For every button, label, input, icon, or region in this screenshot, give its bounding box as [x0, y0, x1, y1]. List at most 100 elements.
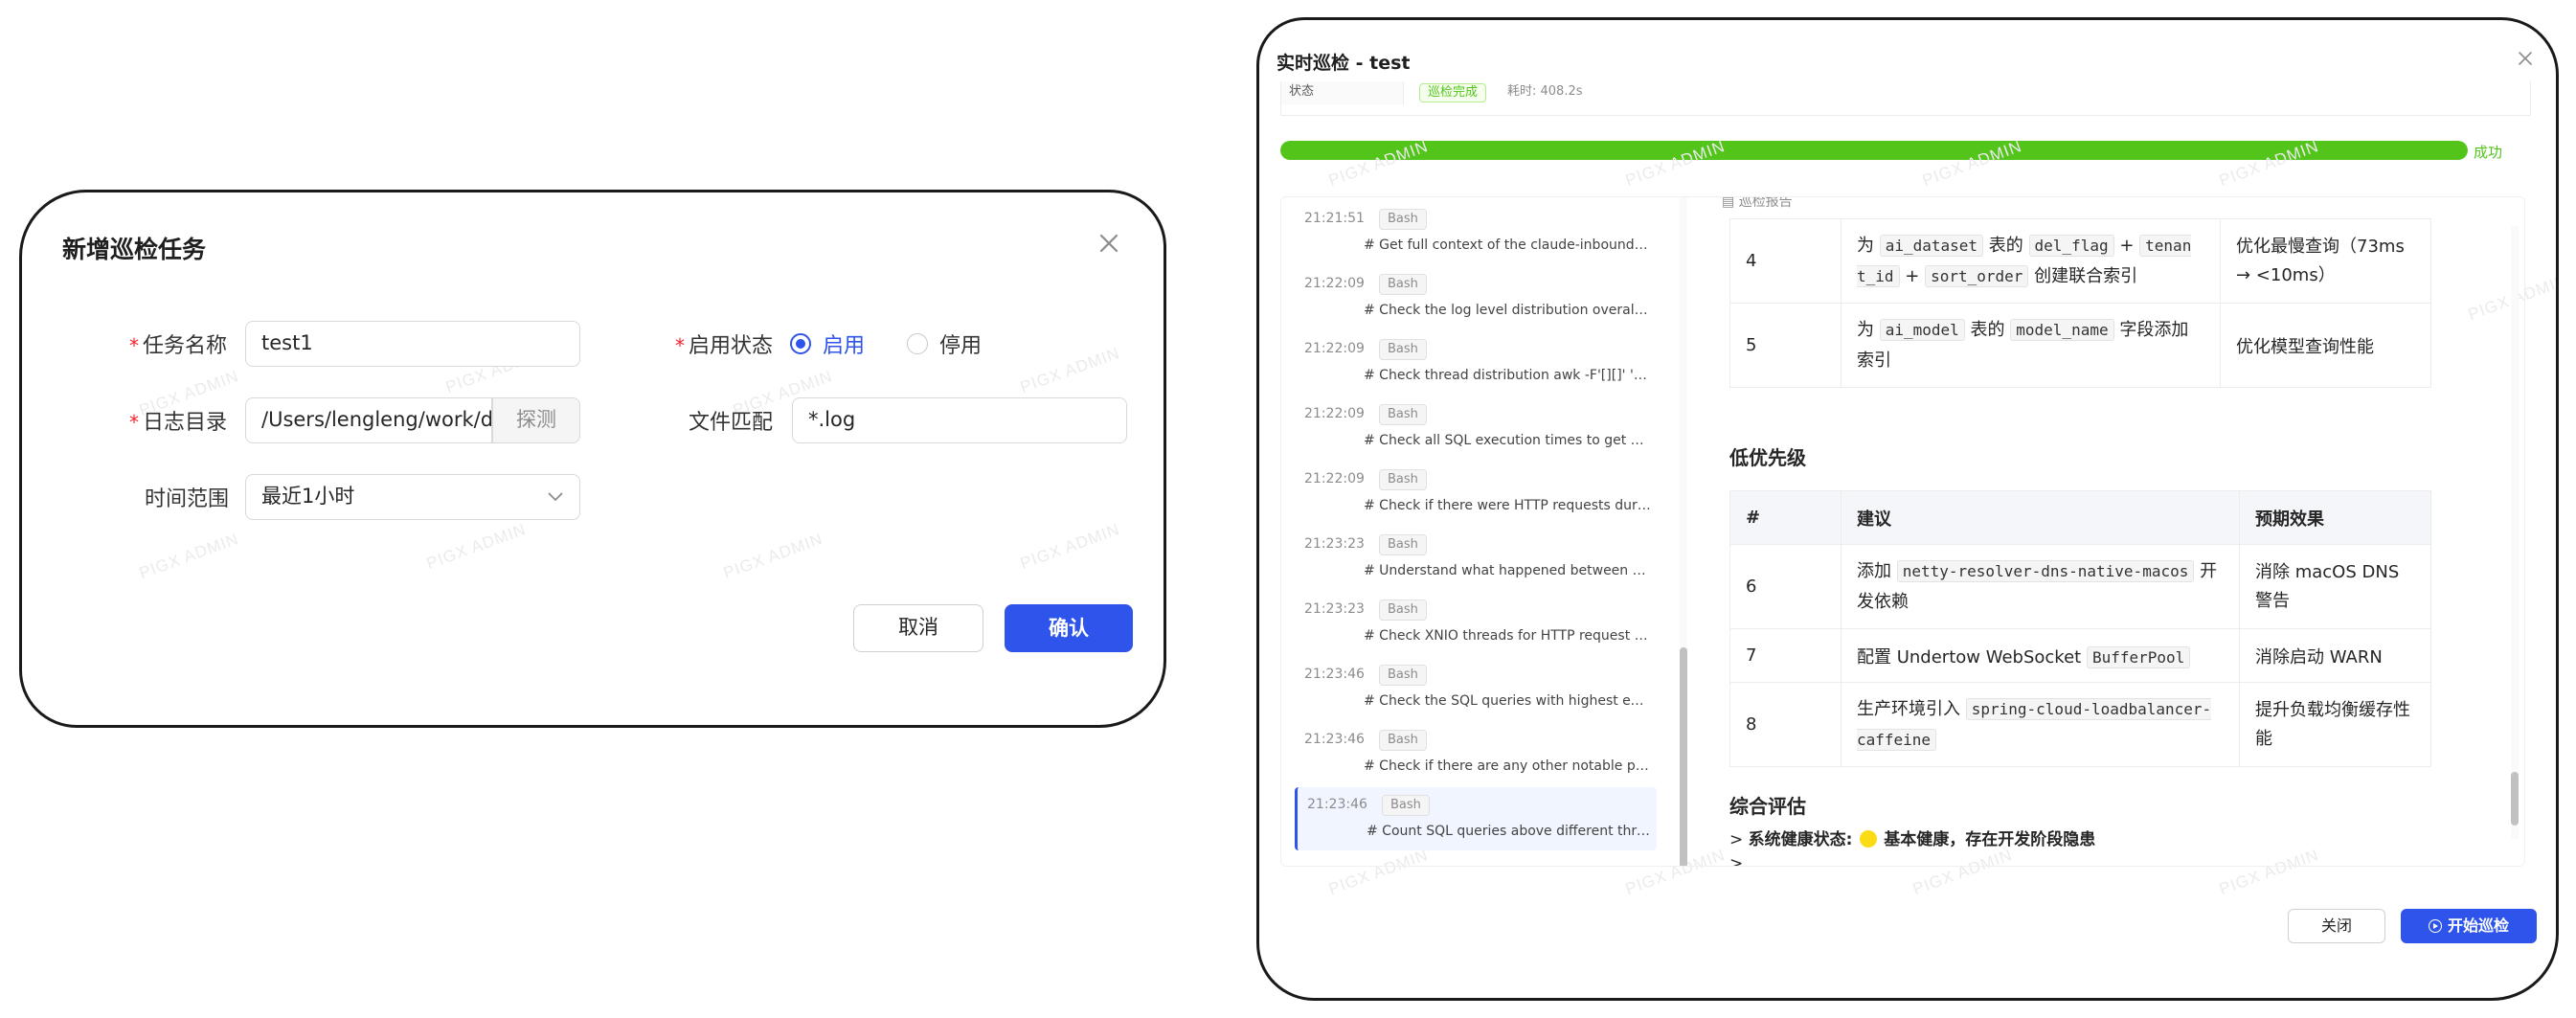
- log-list-item[interactable]: 21:22:09 Bash # Check if there were HTTP r…: [1295, 462, 1657, 525]
- close-icon[interactable]: [1095, 229, 1123, 258]
- log-description: # Count SQL queries above different thre…: [1367, 824, 1654, 839]
- log-list-item[interactable]: 21:23:23 Bash # Understand what happened b…: [1295, 527, 1657, 590]
- watermark: PIGX ADMIN: [1017, 519, 1122, 574]
- watermark: PIGX ADMIN: [423, 519, 529, 574]
- table-cell: 5: [1729, 303, 1842, 388]
- tool-badge: Bash: [1379, 534, 1427, 555]
- watermark: PIGX ADMIN: [720, 529, 825, 583]
- table-cell: 8: [1729, 682, 1842, 767]
- close-icon[interactable]: [2516, 49, 2535, 68]
- log-description: # Check the SQL queries with highest exe…: [1364, 693, 1651, 709]
- status-key: 状态: [1281, 81, 1404, 104]
- log-time: 21:23:46: [1304, 732, 1365, 747]
- log-list-item[interactable]: 21:23:23 Bash # Check XNIO threads for HTT…: [1295, 592, 1657, 655]
- probe-button[interactable]: 探测: [492, 397, 580, 443]
- table-cell: 消除启动 WARN: [2239, 628, 2431, 683]
- status-badge: 巡检完成: [1419, 83, 1487, 102]
- scrollbar[interactable]: [2511, 226, 2519, 839]
- log-list-item[interactable]: 21:22:09 Bash # Check the log level distri…: [1295, 266, 1657, 329]
- close-button[interactable]: 关闭: [2288, 909, 2385, 943]
- table-cell: 消除 macOS DNS 警告: [2239, 544, 2431, 629]
- inspection-report: ▤ 巡检报告 4 为 ai_dataset 表的 del_flag + tena…: [1693, 197, 2522, 866]
- log-list[interactable]: 21:21:51 Bash # Get full context of the cl…: [1281, 197, 1668, 866]
- realtime-inspection-dialog: 实时巡检 - test 状态 巡检完成 耗时: 408.2s 成功 PIGX A…: [1256, 17, 2559, 1001]
- watermark: PIGX ADMIN: [136, 529, 241, 583]
- radio-checked-icon: [790, 333, 811, 354]
- log-list-item[interactable]: 21:22:09 Bash # Check all SQL execution ti…: [1295, 396, 1657, 460]
- log-list-item[interactable]: 21:21:51 Bash # Get full context of the cl…: [1295, 201, 1657, 264]
- log-time: 21:23:46: [1307, 797, 1367, 812]
- time-range-select[interactable]: 最近1小时: [245, 474, 580, 520]
- tool-badge: Bash: [1379, 404, 1427, 425]
- scroll-thumb[interactable]: [1680, 647, 1687, 866]
- table-cell: 为 ai_dataset 表的 del_flag + tenan t_id + …: [1841, 218, 2221, 304]
- low-priority-heading: 低优先级: [1729, 446, 1806, 469]
- enable-status-label: * 启用状态: [675, 334, 774, 358]
- cancel-button[interactable]: 取消: [853, 604, 983, 652]
- dialog-title: 新增巡检任务: [62, 236, 207, 263]
- tool-badge: Bash: [1379, 209, 1427, 230]
- yellow-circle-icon: [1859, 830, 1877, 848]
- tool-badge: Bash: [1379, 665, 1427, 686]
- elapsed-time: 耗时: 408.2s: [1507, 84, 1583, 99]
- table-cell: 7: [1729, 628, 1842, 683]
- report-heading: ▤ 巡检报告: [1722, 197, 1793, 211]
- log-time: 21:21:51: [1304, 211, 1365, 226]
- table-cell: 提升负载均衡缓存性能: [2239, 682, 2431, 767]
- log-description: # Check if there are any other notable p…: [1364, 758, 1651, 774]
- radio-unchecked-icon: [907, 333, 928, 354]
- health-status-line: > 系统健康状态: 基本健康，存在开发阶段隐患: [1729, 830, 2096, 849]
- inspection-panel: 21:21:51 Bash # Get full context of the cl…: [1280, 196, 2525, 867]
- file-match-input[interactable]: *.log: [792, 397, 1127, 443]
- scrollbar[interactable]: [1680, 197, 1687, 866]
- tool-badge: Bash: [1379, 469, 1427, 490]
- scroll-thumb[interactable]: [2511, 772, 2519, 826]
- chevron-down-icon: [548, 492, 563, 502]
- log-time: 21:23:23: [1304, 601, 1365, 617]
- medium-priority-table: 4 为 ai_dataset 表的 del_flag + tenan t_id …: [1729, 218, 2431, 388]
- log-list-item[interactable]: 21:23:46 Bash # Check the SQL queries with…: [1295, 657, 1657, 720]
- tool-badge: Bash: [1379, 730, 1427, 751]
- status-descriptions: 状态 巡检完成 耗时: 408.2s: [1280, 81, 2531, 116]
- log-description: # Get full context of the claude-inbound…: [1364, 238, 1651, 253]
- table-cell: 优化最慢查询（73ms → <10ms）: [2220, 218, 2431, 304]
- log-dir-label: * 日志目录: [129, 411, 228, 435]
- document-icon: ▤: [1722, 197, 1739, 210]
- summary-heading: 综合评估: [1729, 795, 1806, 818]
- tool-badge: Bash: [1379, 274, 1427, 295]
- log-description: # Check the log level distribution overa…: [1364, 303, 1651, 318]
- tool-badge: Bash: [1382, 795, 1430, 816]
- watermark: PIGX ADMIN: [1017, 343, 1122, 397]
- log-list-item[interactable]: 21:22:09 Bash # Check thread distribution …: [1295, 331, 1657, 395]
- confirm-button[interactable]: 确认: [1005, 604, 1133, 652]
- log-description: # Check thread distribution awk -F'[][]'…: [1364, 368, 1651, 383]
- log-time: 21:22:09: [1304, 471, 1365, 486]
- log-description: # Check if there were HTTP requests duri…: [1364, 498, 1651, 513]
- log-time: 21:22:09: [1304, 276, 1365, 291]
- log-time: 21:22:09: [1304, 406, 1365, 421]
- table-header: 建议: [1841, 490, 2240, 545]
- table-cell: 优化模型查询性能: [2220, 303, 2431, 388]
- time-range-label: 时间范围: [145, 487, 230, 511]
- file-match-label: 文件匹配: [689, 411, 774, 435]
- play-circle-icon: [2428, 919, 2442, 933]
- log-time: 21:23:46: [1304, 667, 1365, 682]
- log-description: # Check XNIO threads for HTTP request ha…: [1364, 628, 1651, 644]
- table-cell: 生产环境引入 spring-cloud-loadbalancer-caffein…: [1841, 682, 2240, 767]
- log-dir-input[interactable]: /Users/lengleng/work/d: [245, 397, 492, 443]
- radio-enable[interactable]: 启用: [790, 328, 865, 359]
- log-list-item[interactable]: 21:23:46 Bash # Count SQL queries above di…: [1295, 787, 1657, 850]
- start-inspection-button[interactable]: 开始巡检: [2401, 909, 2537, 943]
- task-name-input[interactable]: test1: [245, 321, 580, 367]
- log-description: # Check all SQL execution times to get a…: [1364, 433, 1651, 448]
- table-cell: 6: [1729, 544, 1842, 629]
- table-cell: 为 ai_model 表的 model_name 字段添加索引: [1841, 303, 2221, 388]
- table-cell: 添加 netty-resolver-dns-native-macos 开发依赖: [1841, 544, 2240, 629]
- table-header: #: [1729, 490, 1842, 545]
- low-priority-table: # 建议 预期效果 6 添加 netty-resolver-dns-native…: [1729, 490, 2431, 767]
- tool-badge: Bash: [1379, 339, 1427, 360]
- radio-disable[interactable]: 停用: [907, 328, 982, 359]
- progress-status: 成功: [2474, 144, 2503, 161]
- log-time: 21:23:23: [1304, 536, 1365, 552]
- log-list-item[interactable]: 21:23:46 Bash # Check if there are any oth…: [1295, 722, 1657, 785]
